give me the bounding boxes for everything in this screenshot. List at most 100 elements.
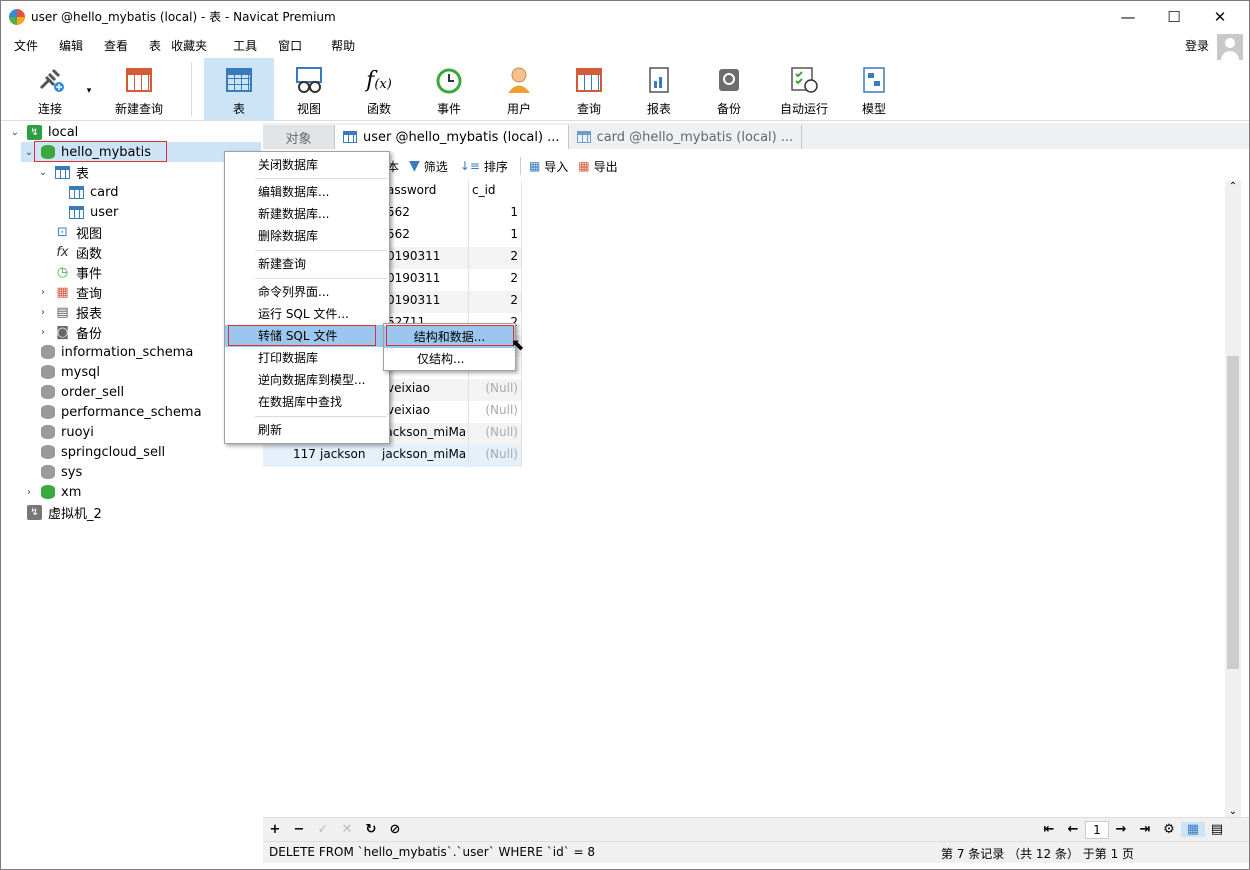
menu-new-database[interactable]: 新建数据库... — [225, 203, 389, 225]
grid-cell[interactable]: 0190311 — [384, 245, 443, 267]
form-view-icon[interactable]: ▤ — [1205, 822, 1229, 837]
grid-view-icon[interactable]: ▦ — [1181, 822, 1205, 837]
menu-run-sql-file[interactable]: 运行 SQL 文件... — [225, 303, 389, 325]
toolbar-function-button[interactable]: f (x) 函数 — [344, 58, 414, 120]
discard-changes-icon[interactable]: ✕ — [335, 822, 359, 837]
first-page-icon[interactable]: ⇤ — [1037, 822, 1061, 837]
stop-icon[interactable]: ⊘ — [383, 822, 407, 837]
tab-user-table[interactable]: user @hello_mybatis (local) ... — [335, 125, 569, 149]
tree-database-xm[interactable]: › xm — [23, 482, 81, 502]
tree-group-queries[interactable]: › ▦ 查询 — [37, 282, 102, 302]
menu-delete-database[interactable]: 删除数据库 — [225, 225, 389, 247]
chevron-down-icon[interactable]: ⌄ — [37, 167, 49, 178]
filter-button[interactable]: 筛选 — [424, 158, 448, 175]
close-button[interactable]: ✕ — [1197, 1, 1243, 32]
apply-changes-icon[interactable]: ✓ — [311, 822, 335, 837]
tree-database-order-sell[interactable]: order_sell — [41, 382, 124, 402]
import-icon[interactable]: ▦ — [529, 159, 540, 173]
menu-edit[interactable]: 编辑 — [46, 37, 91, 54]
tree-connection-vm2[interactable]: ↯ 虚拟机_2 — [27, 502, 102, 522]
grid-cell-null[interactable]: (Null) — [469, 421, 521, 443]
login-link[interactable]: 登录 — [1185, 37, 1209, 54]
scroll-down-icon[interactable]: ⌄ — [1225, 806, 1241, 817]
sort-icon[interactable]: ↓≡ — [460, 159, 480, 173]
chevron-down-icon[interactable]: ⌄ — [9, 127, 21, 138]
settings-gear-icon[interactable]: ⚙ — [1157, 822, 1181, 837]
menu-find-in-database[interactable]: 在数据库中查找 — [225, 391, 389, 413]
toolbar-auto-run-button[interactable]: 自动运行 — [764, 58, 844, 120]
menu-favorites[interactable]: 收藏夹 — [161, 37, 223, 54]
avatar[interactable] — [1217, 34, 1243, 60]
tree-group-functions[interactable]: fx 函数 — [55, 242, 102, 262]
filter-icon[interactable]: ▼ — [409, 158, 420, 174]
chevron-right-icon[interactable]: › — [37, 327, 49, 338]
column-header-password[interactable]: assword — [384, 179, 439, 201]
grid-cell-null[interactable]: (Null) — [469, 399, 521, 421]
connect-dropdown-icon[interactable]: ▾ — [79, 58, 99, 120]
grid-cell[interactable]: veixiao — [384, 377, 433, 399]
submenu-structure-only[interactable]: 仅结构... — [384, 348, 515, 370]
toolbar-user-button[interactable]: 用户 — [484, 58, 554, 120]
toolbar-table-button[interactable]: 表 — [204, 58, 274, 120]
menu-command-line[interactable]: 命令列界面... — [225, 281, 389, 303]
grid-cell[interactable]: 0190311 — [384, 289, 443, 311]
import-button[interactable]: 导入 — [544, 158, 568, 175]
toolbar-model-button[interactable]: 模型 — [844, 58, 904, 120]
grid-cell[interactable]: 0190311 — [384, 267, 443, 289]
menu-view[interactable]: 查看 — [91, 37, 136, 54]
add-record-icon[interactable]: + — [263, 822, 287, 837]
tree-connection-local[interactable]: ⌄ ↯ local — [9, 122, 78, 142]
tab-card-table[interactable]: card @hello_mybatis (local) ... — [569, 125, 803, 149]
previous-page-icon[interactable]: ← — [1061, 822, 1085, 837]
menu-refresh[interactable]: 刷新 — [225, 419, 389, 441]
grid-cell-null[interactable]: (Null) — [469, 377, 521, 399]
menu-table[interactable]: 表 — [136, 37, 161, 54]
sort-button[interactable]: 排序 — [484, 158, 508, 175]
toolbar-new-query-button[interactable]: 新建查询 — [99, 58, 179, 120]
grid-cell-null[interactable]: (Null) — [469, 443, 521, 465]
minimize-button[interactable]: — — [1105, 1, 1151, 32]
column-header-c-id[interactable]: c_id — [469, 179, 499, 201]
scrollbar-thumb[interactable] — [1227, 356, 1239, 669]
refresh-icon[interactable]: ↻ — [359, 822, 383, 837]
menu-close-database[interactable]: 关闭数据库 — [225, 154, 389, 176]
toolbar-connect-button[interactable]: 连接 — [21, 58, 79, 120]
tree-database-ruoyi[interactable]: ruoyi — [41, 422, 94, 442]
grid-cell[interactable]: 1 — [469, 223, 521, 245]
tab-objects[interactable]: 对象 — [263, 125, 335, 149]
menu-window[interactable]: 窗口 — [265, 37, 310, 54]
vertical-scrollbar[interactable]: ⌃ ⌄ — [1225, 181, 1241, 817]
chevron-right-icon[interactable]: › — [23, 487, 35, 498]
tree-database-sys[interactable]: sys — [41, 462, 82, 482]
grid-cell[interactable]: veixiao — [384, 399, 433, 421]
grid-cell[interactable]: 2 — [469, 267, 521, 289]
toolbar-report-button[interactable]: 报表 — [624, 58, 694, 120]
grid-cell[interactable]: 2 — [469, 245, 521, 267]
tree-database-information-schema[interactable]: information_schema — [41, 342, 193, 362]
tree-group-views[interactable]: ⊡ 视图 — [55, 222, 102, 242]
grid-cell[interactable]: 1 — [469, 201, 521, 223]
tree-table-user[interactable]: user — [69, 202, 118, 222]
export-icon[interactable]: ▦ — [578, 159, 589, 173]
tree-group-backups[interactable]: › ◙ 备份 — [37, 322, 102, 342]
grid-cell[interactable]: jackson_miMa — [379, 421, 467, 443]
tree-database-springcloud-sell[interactable]: springcloud_sell — [41, 442, 165, 462]
menu-new-query[interactable]: 新建查询 — [225, 253, 389, 275]
menu-reverse-to-model[interactable]: 逆向数据库到模型... — [225, 369, 389, 391]
tree-table-card[interactable]: card — [69, 182, 118, 202]
menu-edit-database[interactable]: 编辑数据库... — [225, 181, 389, 203]
maximize-button[interactable]: ☐ — [1151, 1, 1197, 32]
grid-cell[interactable]: 2 — [469, 289, 521, 311]
last-page-icon[interactable]: ⇥ — [1133, 822, 1157, 837]
menu-print-database[interactable]: 打印数据库 — [225, 347, 389, 369]
tree-database-mysql[interactable]: mysql — [41, 362, 100, 382]
grid-cell[interactable]: 117 — [290, 443, 319, 465]
toolbar-event-button[interactable]: 事件 — [414, 58, 484, 120]
chevron-right-icon[interactable]: › — [37, 307, 49, 318]
export-button[interactable]: 导出 — [594, 158, 618, 175]
menu-tools[interactable]: 工具 — [223, 37, 265, 54]
menu-help[interactable]: 帮助 — [310, 37, 363, 54]
next-page-icon[interactable]: → — [1109, 822, 1133, 837]
scroll-up-icon[interactable]: ⌃ — [1225, 181, 1241, 192]
grid-cell[interactable]: jackson_miMa — [379, 443, 467, 465]
